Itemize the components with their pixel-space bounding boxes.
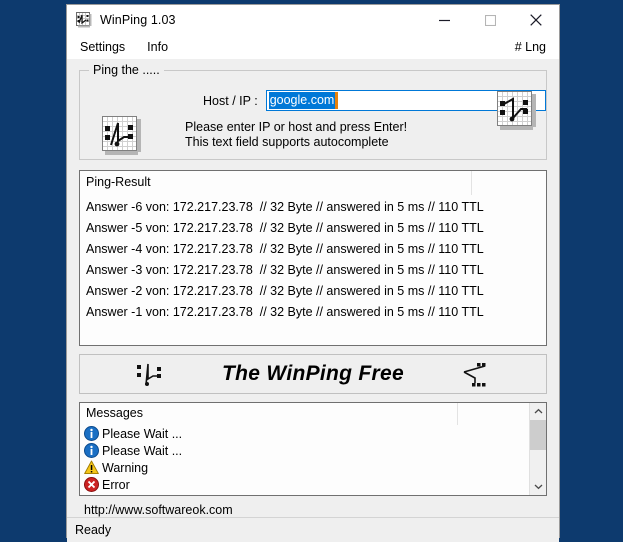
host-ip-value: google.com: [268, 92, 336, 109]
messages-scrollbar[interactable]: [529, 403, 546, 495]
title-bar: WinPing 1.03: [67, 5, 559, 35]
ping-groupbox-legend: Ping the .....: [89, 63, 164, 77]
window-controls: [421, 5, 559, 35]
ping-start-chart-grid-icon[interactable]: [102, 116, 142, 161]
list-item[interactable]: Error: [84, 476, 546, 493]
warning-icon: [84, 460, 99, 475]
list-item[interactable]: Please Wait ...: [84, 442, 546, 459]
list-item-label: Please Wait ...: [102, 443, 183, 458]
host-hint-line2: This text field supports autocomplete: [185, 135, 389, 149]
minimize-button[interactable]: [421, 5, 467, 35]
ping-options-chart-grid-icon[interactable]: [497, 91, 537, 136]
info-icon: [84, 426, 99, 441]
list-item-label: Warning: [102, 460, 149, 475]
list-item[interactable]: Please Wait ...: [84, 425, 546, 442]
status-text: Ready: [75, 523, 112, 537]
menu-item-info[interactable]: Info: [147, 35, 168, 59]
messages-header: Messages: [80, 403, 546, 425]
ping-result-header: Ping-Result: [80, 171, 546, 195]
header-column-divider: [471, 171, 472, 195]
ping-result-header-label: Ping-Result: [86, 175, 151, 189]
chevron-up-icon: [534, 408, 542, 414]
chevron-down-icon: [534, 484, 542, 490]
scroll-up-button[interactable]: [530, 403, 546, 420]
messages-panel[interactable]: Messages Please Wait ... Please Wait ...…: [79, 402, 547, 496]
scrollbar-thumb[interactable]: [530, 420, 546, 450]
maximize-button[interactable]: [467, 5, 513, 35]
banner-left-chart-line-icon: [135, 361, 165, 394]
status-bar: Ready: [67, 517, 559, 542]
info-icon: [84, 443, 99, 458]
ping-result-row: Answer -2 von: 172.217.23.78 // 32 Byte …: [86, 284, 484, 298]
client-area: Ping the ..... Host / IP : google.com Pl…: [67, 59, 559, 517]
list-item-label: Please Wait ...: [102, 426, 183, 441]
ping-result-panel[interactable]: Ping-Result Answer -6 von: 172.217.23.78…: [79, 170, 547, 346]
menu-item-settings[interactable]: Settings: [80, 35, 125, 59]
host-hint: Please enter IP or host and press Enter!…: [185, 120, 407, 150]
close-icon: [530, 14, 542, 26]
list-item[interactable]: Warning: [84, 459, 546, 476]
menu-bar: Settings Info # Lng: [67, 35, 559, 59]
close-button[interactable]: [513, 5, 559, 35]
menu-item-language[interactable]: # Lng: [515, 40, 546, 54]
host-row: Host / IP : google.com: [80, 90, 546, 111]
ping-result-row: Answer -6 von: 172.217.23.78 // 32 Byte …: [86, 200, 484, 214]
promo-banner[interactable]: The WinPing Free: [79, 354, 547, 394]
host-hint-line1: Please enter IP or host and press Enter!: [185, 120, 408, 134]
ping-result-list: Answer -6 von: 172.217.23.78 // 32 Byte …: [80, 195, 546, 323]
app-chart-grid-icon: [76, 12, 92, 28]
ping-result-row: Answer -3 von: 172.217.23.78 // 32 Byte …: [86, 263, 484, 277]
website-link[interactable]: http://www.softwareok.com: [79, 503, 547, 517]
ping-result-row: Answer -5 von: 172.217.23.78 // 32 Byte …: [86, 221, 484, 235]
text-caret: [335, 92, 339, 109]
host-ip-label: Host / IP :: [203, 93, 258, 108]
messages-list: Please Wait ... Please Wait ... Warning …: [80, 425, 546, 493]
scroll-down-button[interactable]: [530, 478, 546, 495]
ping-result-row: Answer -4 von: 172.217.23.78 // 32 Byte …: [86, 242, 484, 256]
ping-result-row: Answer -1 von: 172.217.23.78 // 32 Byte …: [86, 305, 484, 319]
messages-header-label: Messages: [86, 406, 143, 420]
error-icon: [84, 477, 99, 492]
list-item-label: Error: [102, 477, 130, 492]
minimize-icon: [438, 19, 450, 21]
winping-window: WinPing 1.03 Settings Info # Lng Ping th…: [66, 4, 560, 542]
ping-groupbox: Ping the ..... Host / IP : google.com Pl…: [79, 63, 547, 161]
maximize-icon: [484, 14, 496, 26]
banner-title: The WinPing Free: [222, 362, 404, 385]
window-title: WinPing 1.03: [100, 13, 176, 27]
messages-column-divider: [457, 403, 458, 425]
banner-right-chart-line-icon: [460, 361, 490, 394]
